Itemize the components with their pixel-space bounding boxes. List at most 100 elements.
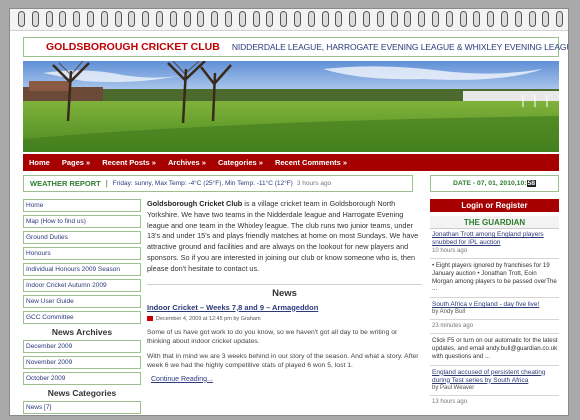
post-paragraph: Some of us have got work to do you know,… [147, 328, 398, 346]
feed-item-desc: • Eight players ignored by franchises fo… [432, 262, 557, 293]
sidebar-item-new-user-guide[interactable]: New User Guide [23, 295, 141, 308]
nav-recent-comments[interactable]: Recent Comments » [275, 158, 347, 167]
spiral-ring [376, 11, 384, 27]
spiral-ring [238, 11, 246, 27]
spiral-ring [87, 11, 94, 27]
spiral-ring [335, 11, 343, 27]
post-paragraph: With that in mind we are 3 weeks behind … [147, 352, 419, 370]
sidebar-item-individual-honours[interactable]: Individual Honours 2009 Season [23, 263, 141, 276]
spiral-ring [142, 11, 150, 27]
date-label: DATE - 07, 01, 2010, [452, 180, 517, 187]
spiral-ring [321, 11, 329, 27]
feed-item-author: by Andy Bull [432, 309, 466, 316]
nav-archives[interactable]: Archives » [168, 158, 206, 167]
spiral-ring [473, 11, 481, 27]
archives-heading: News Archives [51, 327, 113, 337]
spiral-ring [211, 11, 219, 27]
intro-club-name: Goldsborough Cricket Club [147, 199, 243, 208]
spiral-ring [363, 11, 370, 27]
feed-divider [430, 319, 559, 321]
spiral-ring [280, 11, 288, 27]
archive-october-2009[interactable]: October 2009 [23, 372, 141, 385]
spiral-ring [114, 11, 122, 27]
feed-divider [430, 364, 559, 366]
nav-recent-posts[interactable]: Recent Posts » [102, 158, 156, 167]
feed-item-time: 23 minutes ago [432, 323, 474, 330]
news-heading: News [272, 287, 297, 299]
spiral-ring [542, 11, 550, 27]
site-title[interactable]: GOLDSBOROUGH CRICKET CLUB [24, 41, 220, 53]
spiral-ring [252, 11, 260, 27]
spiral-ring [514, 11, 522, 27]
sidebar-item-ground-duties[interactable]: Ground Duties [23, 231, 141, 244]
spiral-ring [18, 11, 25, 27]
continue-reading-link[interactable]: Continue Reading... [151, 376, 422, 383]
weather-report: WEATHER REPORT | Friday: sunny, Max Temp… [23, 175, 413, 192]
login-register-button[interactable]: Login or Register [430, 199, 559, 212]
archive-november-2009[interactable]: November 2009 [23, 356, 141, 369]
sidebar-item-map[interactable]: Map (How to find us) [23, 215, 141, 228]
feed-divider [430, 258, 559, 259]
categories-heading: News Categories [47, 388, 117, 398]
feed-divider [430, 333, 559, 335]
date-seconds: 58 [526, 180, 537, 187]
sidebar-item-home[interactable]: Home [23, 199, 141, 212]
post-meta: December 4, 2009 at 12:45 pm by Graham [147, 316, 422, 322]
spiral-ring [459, 11, 467, 27]
nav-categories[interactable]: Categories » [218, 158, 263, 167]
site-tagline: NIDDERDALE LEAGUE, HARROGATE EVENING LEA… [231, 42, 569, 52]
spiral-ring [556, 11, 564, 27]
feed-divider [430, 394, 559, 396]
archive-december-2009[interactable]: December 2009 [23, 340, 141, 353]
spiral-ring [100, 11, 108, 27]
feed-item-time: 13 hours ago [432, 398, 468, 405]
post-meta-text: December 4, 2009 at 12:45 pm by Graham [156, 315, 261, 322]
feed-item-title[interactable]: England accused of persistent cheating d… [430, 369, 559, 385]
spiral-ring [225, 11, 232, 27]
spiral-ring [294, 11, 301, 27]
spiral-ring [487, 11, 495, 27]
spiral-ring [59, 11, 67, 27]
weather-label: WEATHER REPORT [30, 179, 101, 188]
main-content: Goldsborough Cricket Club is a village c… [147, 199, 422, 383]
spiral-ring [528, 11, 536, 27]
right-sidebar: Login or Register THE GUARDIAN Jonathan … [430, 199, 559, 405]
spiral-ring [390, 11, 398, 27]
spiral-ring [501, 11, 508, 27]
feed-item-title[interactable]: Jonathan Trott among England players snu… [430, 231, 559, 247]
weather-text: Friday: sunny, Max Temp: -4°C (25°F), Mi… [112, 180, 293, 187]
spiral-ring [169, 11, 177, 27]
page: GOLDSBOROUGH CRICKET CLUB NIDDERDALE LEA… [9, 8, 569, 416]
banner-image [23, 61, 559, 152]
sidebar-item-honours[interactable]: Honours [23, 247, 141, 260]
spiral-ring [128, 11, 136, 27]
spiral-ring [156, 11, 163, 27]
nav-pages[interactable]: Pages » [62, 158, 90, 167]
spiral-ring [349, 11, 357, 27]
spiral-ring [197, 11, 205, 27]
spiral-ring [31, 11, 39, 27]
feed-divider [430, 297, 559, 299]
weather-ago: 3 hours ago [296, 180, 332, 187]
news-divider [147, 283, 422, 285]
date-display: DATE - 07, 01, 2010, 10: 58 [430, 175, 559, 192]
feed-item-time: 10 hours ago [432, 248, 468, 254]
spiral-binding [10, 9, 568, 31]
spiral-ring [404, 11, 412, 27]
weather-separator: | [105, 179, 108, 188]
spiral-ring [307, 11, 315, 27]
sidebar-item-indoor-cricket[interactable]: Indoor Cricket Autumn 2009 [23, 279, 141, 292]
feed-item-desc: Click F5 or turn on our automatic for th… [432, 337, 558, 360]
category-news[interactable]: News [7] [23, 401, 141, 414]
spiral-ring [45, 11, 53, 27]
cricket-ground-photo [23, 61, 559, 152]
date-time: 10: [516, 180, 527, 187]
post-title[interactable]: Indoor Cricket – Weeks 7,8 and 9 – Armag… [147, 303, 422, 312]
left-sidebar: Home Map (How to find us) Ground Duties … [23, 199, 141, 415]
spiral-ring [266, 11, 274, 27]
intro-text: Goldsborough Cricket Club is a village c… [147, 199, 422, 275]
sidebar-item-gcc-committee[interactable]: GCC Committee [23, 311, 141, 324]
nav-home[interactable]: Home [29, 158, 50, 167]
spiral-ring [73, 11, 81, 27]
feed-item-title[interactable]: South Africa v England - day five live! [430, 301, 559, 309]
